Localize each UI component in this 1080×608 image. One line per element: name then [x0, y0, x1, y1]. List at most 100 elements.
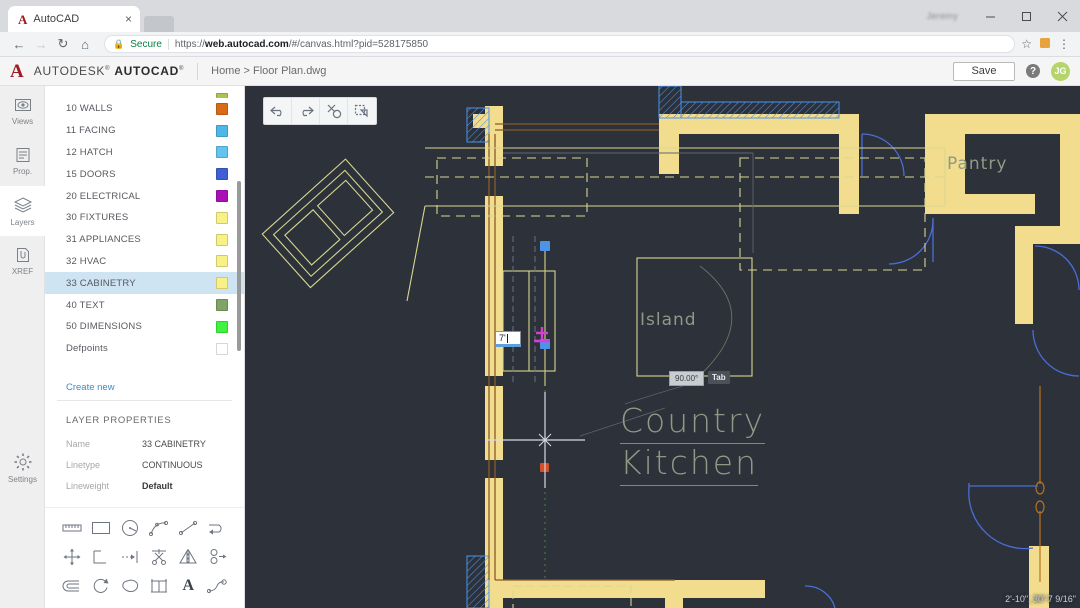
extend-tool[interactable] — [115, 547, 144, 567]
array-tool[interactable] — [144, 576, 173, 596]
offset-tool[interactable] — [203, 547, 232, 567]
polyline-tool[interactable] — [203, 518, 232, 538]
layer-name: 30 FIXTURES — [66, 212, 216, 223]
spline-tool[interactable] — [203, 576, 232, 596]
layer-name: 15 DOORS — [66, 169, 216, 180]
copy-button[interactable] — [348, 98, 376, 124]
header-divider — [197, 63, 198, 80]
layer-row[interactable]: 15 DOORS — [45, 163, 244, 185]
layer-row[interactable]: 40 TEXT — [45, 294, 244, 316]
layer-row[interactable]: Defpoints — [45, 338, 244, 360]
layer-color-swatch[interactable] — [216, 212, 228, 224]
coordinate-readout: 2'-10", 30'-7 9/16" — [1005, 594, 1076, 604]
new-tab-button[interactable] — [144, 16, 174, 32]
minimize-icon[interactable] — [972, 1, 1008, 31]
layer-row[interactable]: 33 CABINETRY — [45, 272, 244, 294]
measure-tool[interactable] — [57, 518, 86, 538]
extension-icon[interactable] — [1039, 37, 1051, 51]
forward-icon[interactable]: → — [30, 33, 52, 55]
layer-row[interactable]: 31 APPLIANCES — [45, 229, 244, 251]
star-icon[interactable]: ☆ — [1021, 38, 1032, 50]
layer-list-scrollbar[interactable] — [237, 181, 241, 351]
sidebar-item-settings[interactable]: Settings — [0, 443, 45, 493]
maximize-icon[interactable] — [1008, 1, 1044, 31]
home-icon[interactable]: ⌂ — [74, 33, 96, 55]
back-icon[interactable]: ← — [8, 33, 30, 55]
circle-tool[interactable] — [115, 518, 144, 538]
save-button[interactable]: Save — [953, 62, 1015, 81]
layer-row[interactable]: 12 HATCH — [45, 142, 244, 164]
sidebar-item-label: Layers — [10, 218, 34, 227]
layer-color-swatch[interactable] — [216, 277, 228, 289]
browser-titlebar: A AutoCAD × Jeremy — [0, 0, 1080, 32]
arc-tool[interactable] — [144, 518, 173, 538]
property-row-name: Name 33 CABINETRY — [66, 439, 228, 449]
trim-tool[interactable] — [144, 547, 173, 567]
brand-title: AUTODESK® AUTOCAD® — [34, 64, 184, 78]
polygon-tool[interactable] — [115, 576, 144, 596]
create-new-layer-button[interactable]: Create new — [45, 377, 244, 393]
layer-row[interactable]: 30 FIXTURES — [45, 207, 244, 229]
line-tool[interactable] — [174, 518, 203, 538]
corner-tool[interactable] — [86, 547, 115, 567]
rotate-tool[interactable] — [86, 576, 115, 596]
fillet-tool[interactable] — [57, 576, 86, 596]
browser-tab-autocad[interactable]: A AutoCAD × — [8, 6, 140, 32]
layer-color-swatch[interactable] — [216, 146, 228, 158]
layer-row[interactable]: 10 WALLS — [45, 98, 244, 120]
close-icon[interactable] — [1044, 1, 1080, 31]
sidebar-item-properties[interactable]: Prop. — [0, 136, 45, 186]
sidebar-item-views[interactable]: Views — [0, 86, 45, 136]
layer-row[interactable]: 50 DIMENSIONS — [45, 316, 244, 338]
layer-name: 50 DIMENSIONS — [66, 321, 216, 332]
layer-properties-title: LAYER PROPERTIES — [66, 415, 228, 426]
help-icon[interactable]: ? — [1026, 64, 1040, 78]
text-a-icon: A — [182, 578, 194, 594]
layer-color-swatch[interactable] — [216, 255, 228, 267]
property-value: Default — [142, 481, 173, 491]
layer-color-swatch[interactable] — [216, 343, 228, 355]
room-label-island: Island — [640, 310, 697, 330]
window-user-label: Jeremy — [927, 11, 958, 21]
layer-row[interactable]: 11 FACING — [45, 120, 244, 142]
layer-color-swatch[interactable] — [216, 234, 228, 246]
sidebar-item-xref[interactable]: XREF — [0, 236, 45, 286]
layer-color-swatch[interactable] — [216, 103, 228, 115]
layer-row[interactable]: 32 HVAC — [45, 251, 244, 273]
gear-icon — [13, 452, 33, 472]
layer-list[interactable]: 10 WALLS 11 FACING12 HATCH 15 DOORS 20 ELEC… — [45, 86, 244, 377]
move-tool[interactable] — [57, 547, 86, 567]
avatar[interactable]: JG — [1051, 62, 1070, 81]
reload-icon[interactable]: ↻ — [52, 33, 74, 55]
erase-button[interactable] — [320, 98, 348, 124]
redo-button[interactable] — [292, 98, 320, 124]
breadcrumb[interactable]: Home > Floor Plan.dwg — [211, 65, 326, 77]
browser-tab-strip: A AutoCAD × — [0, 0, 174, 32]
layer-color-swatch[interactable] — [216, 190, 228, 202]
text-tool[interactable]: A — [174, 576, 203, 596]
layer-row[interactable]: 20 ELECTRICAL — [45, 185, 244, 207]
header-actions: Save ? JG — [953, 62, 1070, 81]
layer-color-swatch[interactable] — [216, 125, 228, 137]
layer-color-swatch[interactable] — [216, 299, 228, 311]
sidebar-item-layers[interactable]: Layers — [0, 186, 45, 236]
property-row-linetype: Linetype CONTINUOUS — [66, 460, 228, 470]
property-label: Lineweight — [66, 481, 142, 491]
dimension-input[interactable]: 7' — [495, 331, 521, 347]
address-bar[interactable]: 🔒 Secure https://web.autocad.com/#/canva… — [104, 35, 1015, 53]
menu-icon[interactable]: ⋮ — [1058, 38, 1070, 50]
layer-color-swatch[interactable] — [216, 93, 228, 98]
sidebar-item-label: XREF — [12, 267, 33, 276]
sidebar-item-label: Prop. — [13, 167, 32, 176]
layer-row-partial[interactable] — [45, 88, 244, 98]
mirror-tool[interactable] — [174, 547, 203, 567]
layer-name: 10 WALLS — [66, 103, 216, 114]
layer-color-swatch[interactable] — [216, 168, 228, 180]
close-icon[interactable]: × — [125, 13, 132, 25]
rectangle-tool[interactable] — [86, 518, 115, 538]
layer-properties-section: LAYER PROPERTIES Name 33 CABINETRY Linet… — [45, 401, 244, 502]
drawing-canvas[interactable]: Pantry Island Country Kitchen 7' 90.00° … — [245, 86, 1080, 608]
layer-color-swatch[interactable] — [216, 321, 228, 333]
undo-button[interactable] — [264, 98, 292, 124]
left-icon-rail: Views Prop. Layers XREF Settings — [0, 86, 45, 608]
